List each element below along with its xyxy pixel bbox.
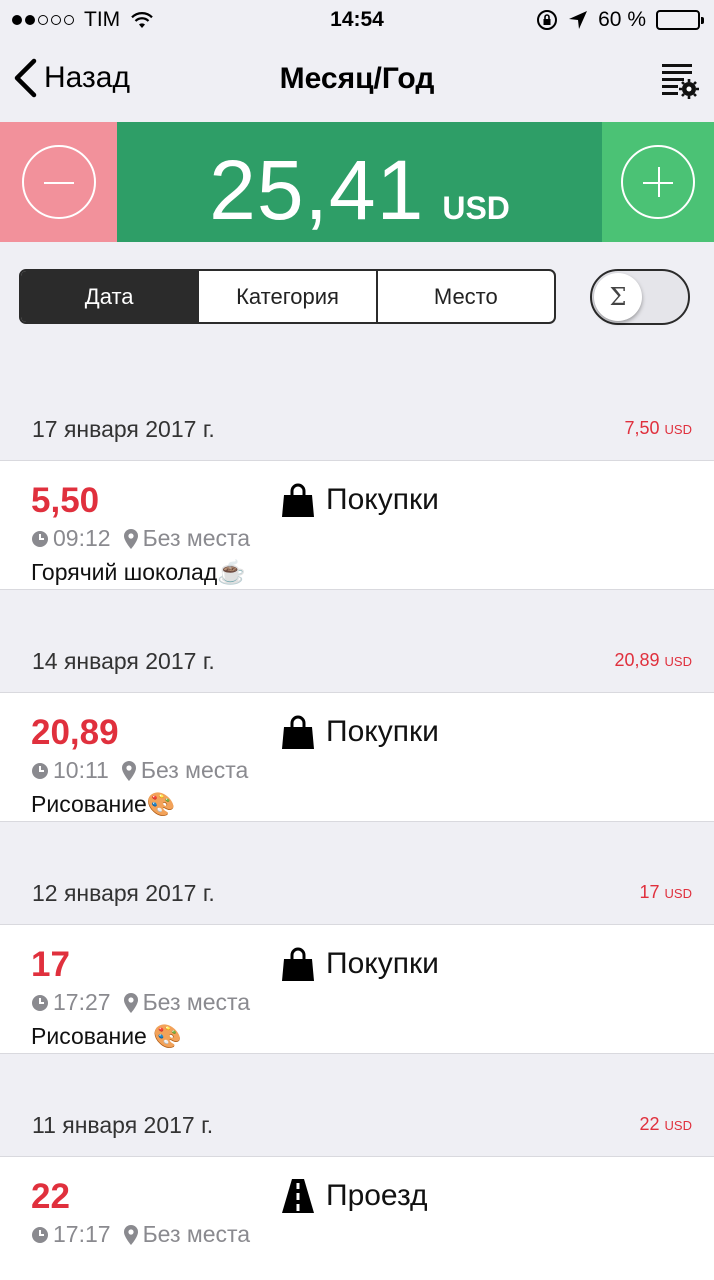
category-label: Покупки	[326, 483, 439, 516]
sigma-icon: Σ	[594, 273, 642, 321]
grouping-segmented-control: Дата Категория Место	[19, 269, 556, 324]
battery-icon	[656, 10, 704, 30]
transaction-meta: 17:27 Без места	[31, 989, 250, 1016]
segment-category[interactable]: Категория	[197, 271, 375, 322]
section-date: 17 января 2017 г.	[32, 416, 215, 442]
transaction-row[interactable]: 17 Покупки 17:27 Без места Рисование 🎨	[0, 924, 714, 1054]
balance-amount: 25,41	[209, 143, 425, 237]
subtract-button[interactable]	[0, 122, 117, 242]
road-icon	[282, 1179, 314, 1213]
section-total-currency: USD	[664, 1118, 692, 1133]
plus-icon	[621, 145, 695, 219]
section-date: 14 января 2017 г.	[32, 648, 215, 674]
sum-toggle[interactable]: Σ	[590, 269, 690, 325]
segment-place[interactable]: Место	[375, 271, 554, 322]
transaction-meta: 09:12 Без места	[31, 525, 250, 552]
transaction-note: Рисование 🎨	[31, 1023, 182, 1049]
transaction-note: Горячий шоколад☕	[31, 559, 246, 585]
transaction-row[interactable]: 20,89 Покупки 10:11 Без места Рисование🎨	[0, 692, 714, 822]
section-date: 12 января 2017 г.	[32, 880, 215, 906]
date-section-header: 11 января 2017 г. 22 USD	[0, 1096, 714, 1156]
balance-bar: 25,41 USD	[0, 122, 714, 242]
transaction-note: Рисование🎨	[31, 791, 176, 817]
navigation-bar: Назад Месяц/Год	[0, 40, 714, 122]
category-label: Покупки	[326, 715, 439, 748]
transaction-row[interactable]: 5,50 Покупки 09:12 Без места Горячий шоколад…	[0, 460, 714, 590]
section-date: 11 января 2017 г.	[32, 1112, 214, 1138]
transaction-place: Без места	[142, 525, 251, 551]
section-total: 17 USD	[640, 882, 693, 903]
transaction-amount: 5,50	[31, 481, 100, 520]
location-arrow-icon	[569, 11, 588, 29]
clock-icon	[32, 762, 48, 779]
transaction-amount: 17	[31, 945, 70, 984]
transaction-time: 17:27	[53, 989, 111, 1015]
section-total-currency: USD	[664, 654, 692, 669]
transaction-row[interactable]: 22 Проезд 17:17 Без места	[0, 1156, 714, 1280]
section-total-currency: USD	[664, 422, 692, 437]
battery-percent: 60 %	[598, 8, 646, 31]
date-section-header: 14 января 2017 г. 20,89 USD	[0, 632, 714, 692]
shopping-bag-icon	[282, 483, 314, 517]
segment-date[interactable]: Дата	[21, 271, 198, 322]
rotation-lock-icon	[537, 10, 558, 30]
transaction-time: 10:11	[53, 757, 109, 783]
section-total-amount: 22	[639, 1114, 660, 1134]
status-bar: TIM 14:54 60 %	[0, 0, 714, 40]
transaction-meta: 10:11 Без места	[31, 757, 248, 784]
transaction-category: Покупки	[282, 483, 439, 517]
transaction-time: 09:12	[53, 525, 111, 551]
add-button[interactable]	[602, 122, 714, 242]
shopping-bag-icon	[282, 715, 314, 749]
transaction-category: Покупки	[282, 947, 439, 981]
section-total-amount: 17	[639, 882, 660, 902]
minus-icon	[21, 145, 96, 219]
clock-icon	[32, 530, 48, 547]
transaction-amount: 20,89	[31, 713, 119, 752]
transaction-place: Без места	[142, 989, 251, 1015]
balance-display: 25,41 USD	[117, 122, 602, 242]
transaction-place: Без места	[142, 1221, 251, 1247]
location-pin-icon	[123, 992, 138, 1013]
category-label: Проезд	[326, 1179, 428, 1212]
list-settings-icon[interactable]	[660, 60, 700, 100]
section-total: 7,50 USD	[624, 418, 692, 439]
section-total-currency: USD	[664, 886, 692, 901]
shopping-bag-icon	[282, 947, 314, 981]
transaction-place: Без места	[140, 757, 249, 783]
date-section-header: 12 января 2017 г. 17 USD	[0, 864, 714, 924]
clock-icon	[32, 994, 48, 1011]
status-right: 60 %	[536, 8, 704, 32]
transaction-amount: 22	[31, 1177, 70, 1216]
transaction-category: Проезд	[282, 1179, 428, 1213]
balance-currency: USD	[442, 190, 510, 226]
transaction-meta: 17:17 Без места	[31, 1221, 250, 1248]
page-title: Месяц/Год	[279, 62, 435, 95]
location-pin-icon	[121, 760, 136, 781]
category-label: Покупки	[326, 947, 439, 980]
transaction-category: Покупки	[282, 715, 439, 749]
section-total-amount: 7,50	[624, 418, 660, 438]
section-total: 22 USD	[640, 1114, 693, 1135]
section-total-amount: 20,89	[614, 650, 660, 670]
clock-icon	[32, 1226, 48, 1243]
date-section-header: 17 января 2017 г. 7,50 USD	[0, 400, 714, 460]
transaction-list: 17 января 2017 г. 7,50 USD 5,50 Покупки 09:1…	[0, 400, 714, 1280]
location-pin-icon	[123, 1224, 138, 1245]
location-pin-icon	[123, 528, 138, 549]
transaction-time: 17:17	[53, 1221, 111, 1247]
section-total: 20,89 USD	[614, 650, 692, 671]
